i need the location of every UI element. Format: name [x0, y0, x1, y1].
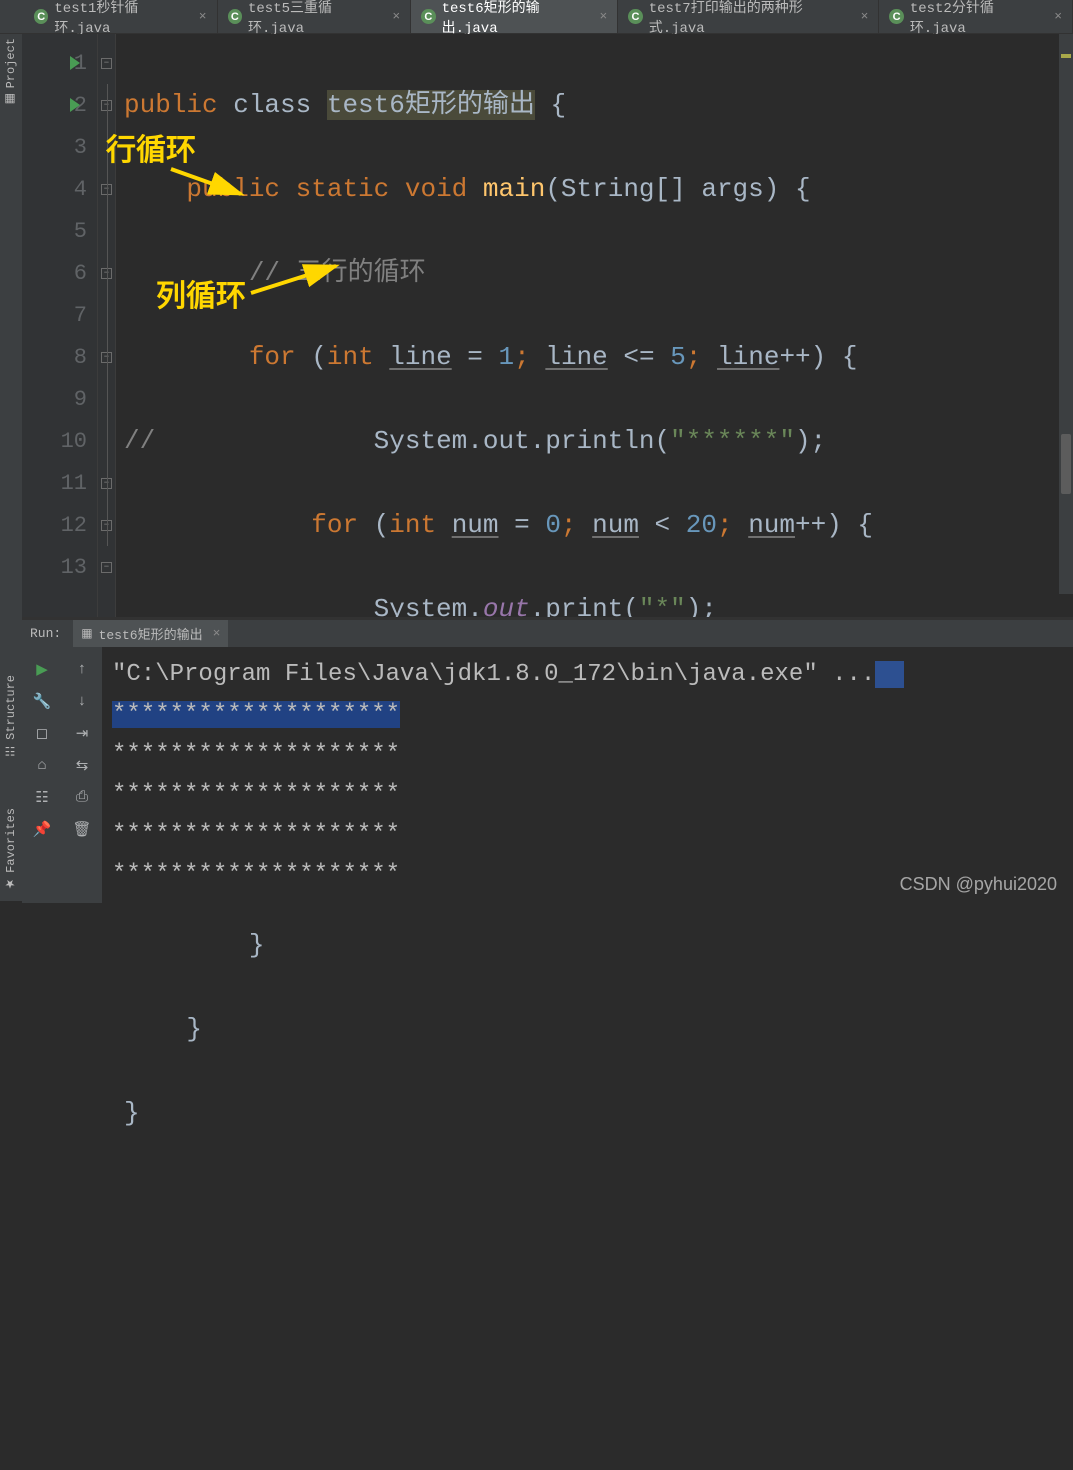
wrench-button[interactable]: 🔧 [22, 685, 62, 717]
tab-label: test5三重循环.java [248, 0, 382, 37]
run-output[interactable]: "C:\Program Files\Java\jdk1.8.0_172\bin\… [102, 647, 1073, 903]
project-icon: ▦ [4, 92, 18, 106]
structure-icon: ☷ [4, 744, 18, 758]
editor-scrollbar[interactable] [1059, 34, 1073, 594]
favorites-tool[interactable]: ★ Favorites [4, 808, 18, 891]
up-button[interactable]: ↑ [62, 653, 102, 685]
run-gutter-icon[interactable] [70, 98, 80, 112]
structure-tool[interactable]: ☷ Structure [4, 675, 18, 758]
scroll-button[interactable]: ⇆ [62, 749, 102, 781]
tab-label: test6矩形的输出.java [442, 0, 590, 37]
fold-icon[interactable]: − [101, 562, 112, 573]
line-number[interactable]: 5 [22, 210, 97, 252]
close-icon[interactable]: × [861, 9, 869, 24]
tab-test2[interactable]: C test2分针循环.java × [879, 0, 1073, 33]
tab-label: test1秒针循环.java [54, 0, 188, 37]
line-number[interactable]: 12 [22, 504, 97, 546]
tab-label: test2分针循环.java [910, 0, 1044, 37]
line-number[interactable]: 2 [22, 84, 97, 126]
line-number[interactable]: 9 [22, 378, 97, 420]
print-button[interactable]: ⎙ [62, 781, 102, 813]
java-icon: C [628, 9, 642, 24]
line-number[interactable]: 10 [22, 420, 97, 462]
run-tab[interactable]: ▦ test6矩形的输出 × [73, 620, 228, 647]
tab-test7[interactable]: C test7打印输出的两种形式.java × [618, 0, 879, 33]
rerun-button[interactable]: ▶ [22, 653, 62, 685]
run-panel: Run: ▦ test6矩形的输出 × ▶ ↑ 🔧 ↓ ◻ ⇥ ⌂ ⇆ ☷ ⎙ … [22, 617, 1073, 901]
annotation-row-loop: 行循环 [106, 130, 196, 172]
editor-tabs: C test1秒针循环.java × C test5三重循环.java × C … [0, 0, 1073, 34]
java-icon: C [889, 9, 903, 24]
close-icon[interactable]: × [599, 9, 607, 24]
line-number[interactable]: 13 [22, 546, 97, 588]
star-icon: ★ [4, 877, 18, 891]
tab-test6[interactable]: C test6矩形的输出.java × [411, 0, 618, 33]
line-number[interactable]: 1 [22, 42, 97, 84]
scroll-marker [1061, 54, 1071, 58]
line-number[interactable]: 11 [22, 462, 97, 504]
line-number[interactable]: 3 [22, 126, 97, 168]
fold-gutter: − − − − − − − − [98, 34, 116, 617]
line-number[interactable]: 4 [22, 168, 97, 210]
line-number[interactable]: 8 [22, 336, 97, 378]
left-sidebar: ▦ Project ☷ Structure ★ Favorites [0, 34, 22, 901]
wrap-button[interactable]: ⇥ [62, 717, 102, 749]
close-icon[interactable]: × [1054, 9, 1062, 24]
run-config-icon: ▦ [81, 626, 92, 641]
run-gutter-icon[interactable] [70, 56, 80, 70]
tab-label: test7打印输出的两种形式.java [649, 0, 851, 37]
line-number[interactable]: 7 [22, 294, 97, 336]
delete-button[interactable]: 🗑 [62, 813, 102, 845]
close-icon[interactable]: × [199, 9, 207, 24]
tab-test5[interactable]: C test5三重循环.java × [218, 0, 412, 33]
layout-button[interactable]: ☷ [22, 781, 62, 813]
line-gutter: 1 2 3 4 5 6 7 8 9 10 11 12 13 [22, 34, 98, 617]
java-icon: C [228, 9, 242, 24]
scrollbar-thumb[interactable] [1061, 434, 1071, 494]
code-area[interactable]: public class test6矩形的输出 { public static … [116, 34, 1073, 617]
editor: 1 2 3 4 5 6 7 8 9 10 11 12 13 − − − − − … [22, 34, 1073, 617]
debug-button[interactable]: ⌂ [22, 749, 62, 781]
run-header: Run: ▦ test6矩形的输出 × [22, 620, 1073, 647]
run-tab-label: test6矩形的输出 [99, 624, 203, 643]
down-button[interactable]: ↓ [62, 685, 102, 717]
fold-icon[interactable]: − [101, 58, 112, 69]
run-label: Run: [30, 626, 61, 641]
stop-button[interactable]: ◻ [22, 717, 62, 749]
java-icon: C [421, 9, 435, 24]
project-tool[interactable]: ▦ Project [4, 38, 18, 106]
tab-test1[interactable]: C test1秒针循环.java × [24, 0, 218, 33]
pin-button[interactable]: 📌 [22, 813, 62, 845]
close-icon[interactable]: × [213, 626, 221, 641]
run-toolbar: ▶ ↑ 🔧 ↓ ◻ ⇥ ⌂ ⇆ ☷ ⎙ 📌 🗑 [22, 647, 102, 903]
watermark: CSDN @pyhui2020 [900, 874, 1057, 895]
close-icon[interactable]: × [392, 9, 400, 24]
java-icon: C [34, 9, 48, 24]
line-number[interactable]: 6 [22, 252, 97, 294]
